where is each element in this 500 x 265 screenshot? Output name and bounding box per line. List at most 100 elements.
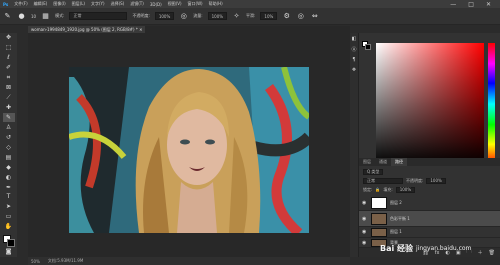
menu-view[interactable]: 视图(V) [165, 1, 185, 7]
quick-mask-icon[interactable]: ◙ [3, 247, 15, 257]
symmetry-icon[interactable]: ⇔ [310, 12, 319, 21]
airbrush-icon[interactable]: ✧ [232, 12, 241, 21]
clone-stamp-tool-icon[interactable]: ♙ [3, 122, 15, 132]
new-layer-icon[interactable]: ＋ [478, 249, 483, 256]
marquee-tool-icon[interactable]: ⬚ [3, 43, 15, 53]
menu-select[interactable]: 选择(S) [108, 1, 128, 7]
tab-layers[interactable]: 图层 [359, 158, 375, 166]
visibility-eye-icon[interactable]: ◉ [362, 200, 368, 206]
healing-brush-tool-icon[interactable]: ✚ [3, 103, 15, 113]
pen-tool-icon[interactable]: ✒ [3, 182, 15, 192]
menu-bar: Ps 文件(F) 编辑(E) 图像(I) 图层(L) 文字(Y) 选择(S) 滤… [0, 0, 500, 8]
fill-label: 填充: [383, 186, 393, 192]
move-tool-icon[interactable]: ✥ [3, 33, 15, 43]
flow-label: 流量: [193, 13, 203, 18]
layer-row[interactable]: ◉ 色彩平衡 1 [359, 211, 500, 227]
brush-tool-icon[interactable]: ✎ [3, 12, 12, 21]
flow-input[interactable]: 100% [207, 12, 228, 20]
lock-icon[interactable]: 🔒 [375, 187, 380, 192]
visibility-eye-icon[interactable]: ◉ [362, 216, 368, 222]
document-tabs: woman-1994849_1920.jpg @ 50% (图层 2, RGB/… [28, 26, 350, 33]
smooth-settings-icon[interactable]: ⚙ [282, 12, 291, 21]
maximize-button[interactable]: □ [465, 1, 477, 8]
lock-label: 锁定: [363, 186, 373, 192]
shape-tool-icon[interactable]: ▭ [3, 212, 15, 222]
frame-tool-icon[interactable]: ⊠ [3, 83, 15, 93]
color-swatches[interactable] [2, 234, 16, 247]
layer-opacity-input[interactable]: 100% [426, 177, 446, 184]
document-canvas[interactable] [69, 67, 309, 233]
panel-icon-strip: ◧ Ⓐ ¶ ❖ [350, 33, 358, 257]
blur-tool-icon[interactable]: ◆ [3, 162, 15, 172]
zoom-level[interactable]: 50% [31, 259, 40, 264]
layer-name[interactable]: 图层 2 [390, 200, 402, 206]
menu-window[interactable]: 窗口(W) [185, 1, 206, 7]
pressure-size-icon[interactable]: ◎ [296, 12, 305, 21]
layer-row[interactable]: ◉ 图层 2 [359, 195, 500, 211]
work-area[interactable] [28, 33, 350, 257]
gradient-tool-icon[interactable]: ▤ [3, 152, 15, 162]
menu-help[interactable]: 帮助(H) [206, 1, 226, 7]
pressure-opacity-icon[interactable]: ◎ [179, 12, 188, 21]
brush-preset-icon[interactable]: ● [17, 12, 26, 21]
status-bar: 50% 文档:5.93M/11.9M [28, 257, 350, 265]
hand-tool-icon[interactable]: ✋ [3, 222, 15, 232]
paragraph-panel-icon[interactable]: ¶ [352, 57, 355, 63]
layer-thumbnail [371, 227, 387, 237]
type-tool-icon[interactable]: T [3, 192, 15, 202]
mode-label: 模式: [55, 13, 65, 18]
brush-settings-icon[interactable]: ▦ [41, 12, 50, 21]
quick-select-tool-icon[interactable]: ✐ [3, 63, 15, 73]
crop-tool-icon[interactable]: ⌗ [3, 73, 15, 83]
window-controls: — □ ✕ [447, 1, 500, 8]
eyedropper-tool-icon[interactable]: ⟋ [3, 93, 15, 103]
hue-slider[interactable] [488, 43, 495, 165]
menu-layer[interactable]: 图层(L) [69, 1, 88, 7]
menu-filter[interactable]: 滤镜(T) [127, 1, 147, 7]
panel-background-color[interactable] [365, 44, 371, 50]
background-color[interactable] [6, 238, 15, 247]
menu-image[interactable]: 图像(I) [50, 1, 68, 7]
watermark-text: jingyan.baidu.com [416, 245, 472, 252]
tab-paths[interactable]: 路径 [391, 158, 407, 166]
menu-edit[interactable]: 编辑(E) [31, 1, 51, 7]
tab-channels[interactable]: 通道 [375, 158, 391, 166]
delete-layer-icon[interactable]: 🗑 [489, 250, 495, 256]
layer-row[interactable]: ◉ 图层 1 [359, 227, 500, 238]
smooth-input[interactable]: 10% [260, 12, 278, 20]
opacity-label: 不透明度: [132, 13, 150, 18]
minimize-button[interactable]: — [447, 1, 459, 8]
ps-logo: Ps [3, 1, 9, 7]
lock-row: 锁定: 🔒 填充: 100% [363, 186, 497, 193]
history-panel-icon[interactable]: ◧ [352, 36, 357, 42]
dodge-tool-icon[interactable]: ◐ [3, 172, 15, 182]
blend-row: 正常 不透明度: 100% [363, 177, 497, 184]
layer-kind-filter[interactable]: Q 类型 [363, 168, 384, 175]
layer-name[interactable]: 图层 1 [390, 229, 402, 235]
color-picker-field[interactable] [376, 43, 484, 165]
color-panel-swatches[interactable] [362, 41, 371, 50]
history-brush-tool-icon[interactable]: ↺ [3, 132, 15, 142]
menu-3d[interactable]: 3D(D) [147, 2, 165, 7]
fill-input[interactable]: 100% [395, 186, 416, 193]
brush-size[interactable]: 10 [31, 14, 36, 19]
eraser-tool-icon[interactable]: ◇ [3, 142, 15, 152]
character-panel-icon[interactable]: Ⓐ [351, 46, 356, 53]
document-tab[interactable]: woman-1994849_1920.jpg @ 50% (图层 2, RGB/… [28, 26, 146, 33]
path-select-tool-icon[interactable]: ➤ [3, 202, 15, 212]
blend-mode-select[interactable]: 正常 [363, 177, 403, 184]
opacity-input[interactable]: 100% [154, 12, 175, 20]
visibility-eye-icon[interactable]: ◉ [362, 240, 368, 246]
mode-select[interactable]: 正常 [69, 12, 128, 20]
layer-name[interactable]: 色彩平衡 1 [390, 216, 410, 222]
visibility-eye-icon[interactable]: ◉ [362, 229, 368, 235]
options-bar: ✎ ● 10 ▦ 模式: 正常 不透明度: 100% ◎ 流量: 100% ✧ … [0, 8, 500, 25]
close-button[interactable]: ✕ [483, 1, 494, 8]
menu-type[interactable]: 文字(Y) [88, 1, 108, 7]
layers-panel-tabs: 图层 通道 路径 [359, 158, 500, 166]
brush-tool-icon[interactable]: ✎ [2, 112, 15, 123]
libraries-panel-icon[interactable]: ❖ [352, 67, 356, 73]
lasso-tool-icon[interactable]: ℓ [3, 53, 15, 63]
document-info[interactable]: 文档:5.93M/11.9M [48, 258, 83, 264]
menu-file[interactable]: 文件(F) [11, 1, 30, 7]
